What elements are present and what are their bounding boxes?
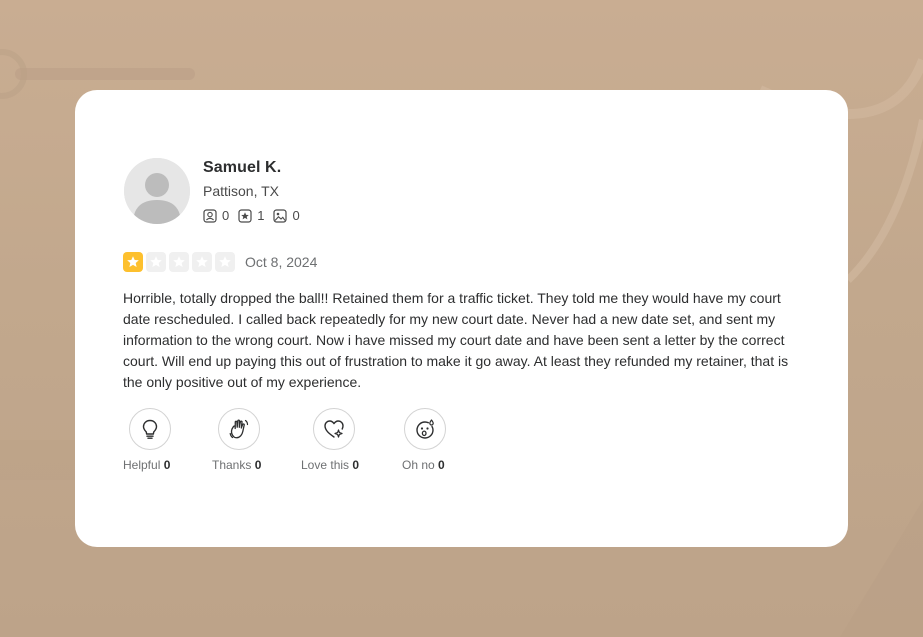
- love-this-button[interactable]: [313, 408, 355, 450]
- oh-no-label-text: Oh no: [402, 458, 435, 472]
- review-date: Oct 8, 2024: [245, 254, 318, 270]
- helpful-label: Helpful 0: [123, 458, 170, 472]
- love-this-label-text: Love this: [301, 458, 350, 472]
- lightbulb-icon: [142, 419, 158, 439]
- reviewer-name[interactable]: Samuel K.: [203, 159, 281, 177]
- review-card: Samuel K. Pattison, TX 0 1 0 Oct 8, 2024…: [75, 90, 848, 547]
- helpful-count: 0: [163, 458, 171, 472]
- helpful-button[interactable]: [129, 408, 171, 450]
- review-text: Horrible, totally dropped the ball!! Ret…: [123, 290, 789, 390]
- reviews-stat: 1: [238, 208, 264, 223]
- star-icon: [219, 256, 231, 267]
- star-empty: [192, 252, 212, 272]
- waving-hand-icon: [229, 419, 249, 439]
- star-filled: [123, 252, 143, 272]
- thanks-count: 0: [254, 458, 262, 472]
- reviewer-avatar[interactable]: [124, 158, 190, 224]
- oh-no-button[interactable]: [404, 408, 446, 450]
- thanks-button[interactable]: [218, 408, 260, 450]
- star-icon: [150, 256, 162, 267]
- surprised-face-icon: [416, 419, 434, 439]
- star-empty: [215, 252, 235, 272]
- rating-row: Oct 8, 2024: [123, 252, 317, 272]
- helpful-label-text: Helpful: [123, 458, 161, 472]
- friends-stat: 0: [203, 208, 229, 223]
- default-user-avatar-icon: [124, 158, 190, 224]
- star-empty: [169, 252, 189, 272]
- star-icon: [196, 256, 208, 267]
- photos-stat: 0: [273, 208, 300, 223]
- star-rating: [123, 252, 238, 272]
- photos-count: 0: [292, 208, 300, 223]
- reviews-count: 1: [257, 208, 265, 223]
- thanks-label-text: Thanks: [212, 458, 252, 472]
- heart-sparkle-icon: [324, 420, 344, 438]
- star-icon: [173, 256, 185, 267]
- oh-no-count: 0: [438, 458, 445, 472]
- photo-icon: [273, 208, 288, 223]
- reviewer-stats: 0 1 0: [203, 208, 309, 223]
- star-icon: [127, 256, 139, 267]
- star-empty: [146, 252, 166, 272]
- friends-icon: [203, 208, 217, 223]
- reviewer-location: Pattison, TX: [203, 183, 280, 199]
- thanks-label: Thanks 0: [212, 458, 261, 472]
- love-this-label: Love this 0: [301, 458, 359, 472]
- reviews-star-icon: [238, 208, 252, 223]
- love-this-count: 0: [352, 458, 360, 472]
- friends-count: 0: [222, 208, 230, 223]
- oh-no-label: Oh no 0: [402, 458, 445, 472]
